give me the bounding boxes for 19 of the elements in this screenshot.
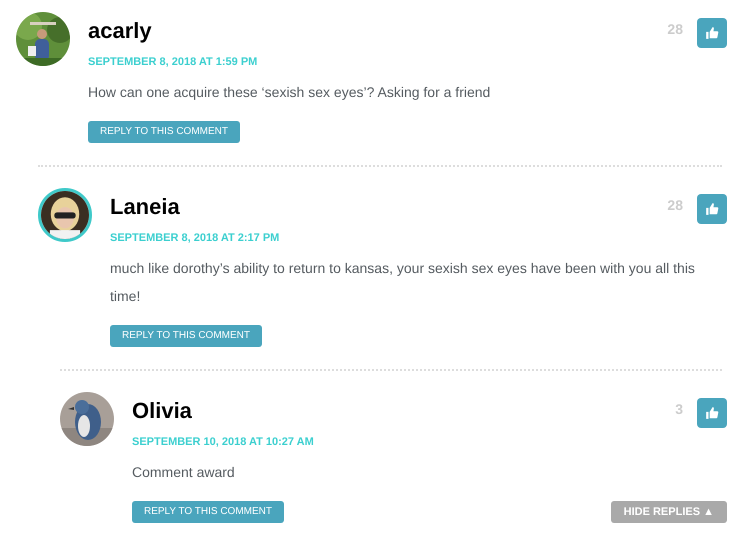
like-button[interactable] [697, 194, 727, 224]
comment-date: SEPTEMBER 10, 2018 AT 10:27 AM [132, 436, 314, 448]
reply-button[interactable]: REPLY TO THIS COMMENT [88, 121, 240, 143]
hide-replies-button[interactable]: HIDE REPLIES ▲ [610, 501, 727, 523]
comment-text: How can one acquire these ‘sexish sex eyes’? Asking for a friend [88, 83, 492, 102]
reply-button[interactable]: REPLY TO THIS COMMENT [132, 501, 284, 523]
like-button[interactable] [697, 18, 727, 48]
like-button[interactable] [697, 398, 727, 428]
thumbs-up-icon [705, 406, 719, 420]
comment-text: much like dorothy’s ability to return to kansas, your sexish sex eyes have been with you all this time! [110, 259, 696, 306]
comment-text: Comment award [132, 463, 236, 482]
reply-button[interactable]: REPLY TO THIS COMMENT [110, 325, 262, 347]
thumbs-up-icon [705, 202, 719, 216]
commenter-name: acarly [88, 18, 152, 44]
commenter-name: Laneia [110, 194, 180, 220]
thumbs-up-icon [705, 26, 719, 40]
commenter-name: Olivia [132, 398, 192, 424]
comment-date: SEPTEMBER 8, 2018 AT 1:59 PM [88, 56, 258, 68]
comment-date: SEPTEMBER 8, 2018 AT 2:17 PM [110, 232, 280, 244]
